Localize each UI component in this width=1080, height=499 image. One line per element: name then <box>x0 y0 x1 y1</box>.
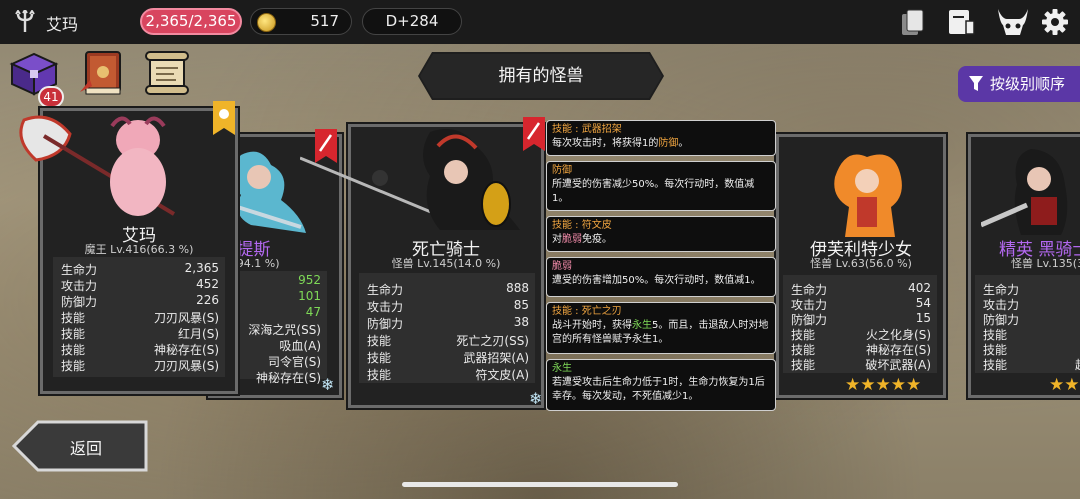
crown-flag-icon <box>213 101 235 135</box>
gold-value: 517 <box>310 12 339 30</box>
death-knight-sprite <box>299 126 540 238</box>
cards-icon[interactable] <box>898 7 928 37</box>
coin-icon <box>257 13 276 32</box>
demon-mask-icon[interactable] <box>996 7 1028 37</box>
gear-icon[interactable] <box>1040 7 1070 37</box>
tooltip-immortal: 永生 若遭受攻击后生命力低于1时，生命力恢复为1后幸存。每次发动，不死值减少1。 <box>546 359 776 411</box>
tooltip-fragile: 脆弱 遭受的伤害增加50%。每次行动时，数值减1。 <box>546 257 776 297</box>
monster-card-ifrit-girl[interactable]: 伊芙利特少女 怪兽 Lv.63(56.0 %) 生命力 402 攻击力 54 防御力… <box>776 134 946 398</box>
card-level: 怪兽 Lv.135(39 <box>1011 257 1080 270</box>
page-title-banner: 拥有的怪兽 <box>418 52 664 100</box>
snowflake-icon: ❄ <box>529 389 543 408</box>
hp-counter: 2,365/2,365 <box>140 8 242 35</box>
tooltip-death-blade: 技能 : 死亡之刃 战斗开始时，获得永生5。而且，击退敌人时对地宫的所有怪兽赋予… <box>546 302 776 354</box>
stat-panel: 生命力 攻击力 防御力 技能亡 技能 技能超自 <box>975 275 1080 373</box>
document-icon[interactable] <box>946 7 976 37</box>
scroll-icon[interactable] <box>142 50 192 96</box>
card-level: 怪兽 Lv.145(14.0 %) <box>391 257 501 270</box>
star-rating: ★★★★★ <box>845 375 922 395</box>
filter-icon <box>969 76 983 91</box>
spellbook-icon[interactable] <box>78 48 128 98</box>
snowflake-icon: ❄ <box>321 375 335 394</box>
black-knight-sprite <box>980 145 1080 241</box>
gold-counter: 517 <box>250 8 352 35</box>
day-counter: D+284 <box>362 8 462 35</box>
home-indicator[interactable] <box>402 482 678 487</box>
monster-card-elite-black-knight[interactable]: 精英 黑骑士 怪兽 Lv.135(39 生命力 攻击力 防御力 技能亡 技能 技… <box>968 134 1080 398</box>
sort-button-label: 按级别顺序 <box>990 75 1066 93</box>
top-bar: 艾玛 2,365/2,365 517 D+284 <box>0 0 1080 44</box>
sort-by-level-button[interactable]: 按级别顺序 <box>958 66 1080 102</box>
chest-count-badge: 41 <box>38 86 64 108</box>
back-button-label: 返回 <box>70 439 103 458</box>
back-button[interactable]: 返回 <box>11 420 148 472</box>
player-name: 艾玛 <box>46 15 79 34</box>
page-title: 拥有的怪兽 <box>420 54 662 98</box>
card-level: 怪兽 Lv.63(56.0 %) <box>810 257 912 270</box>
ifrit-girl-sprite <box>825 147 909 243</box>
star-rating: ★★ <box>1049 375 1080 395</box>
stat-panel: 生命力 888 攻击力 85 防御力 38 技能 死亡之刃(SS) 技能 武器招架(A) … <box>359 273 535 383</box>
tooltip-weapon-parry: 技能 : 武器招架 每次攻击时，将获得1的防御。 <box>546 120 776 156</box>
emma-sprite <box>14 110 194 226</box>
stat-panel: 生命力 2,365 攻击力 452 防御力 226 技能 刀刃风暴(S) 技能 红月(S)… <box>53 257 225 377</box>
tooltip-defense: 防御 所遭受的伤害减少50%。每次行动时，数值减1。 <box>546 161 776 211</box>
tooltip-rune-skin: 技能 : 符文皮 对脆弱免疫。 <box>546 216 776 252</box>
stat-panel: 生命力 402 攻击力 54 防御力 15 技能 火之化身(S) 技能 神秘存在(S) 技… <box>783 275 937 373</box>
trident-icon[interactable] <box>12 8 38 34</box>
card-level: 魔王 Lv.416(66.3 %) <box>84 243 194 256</box>
